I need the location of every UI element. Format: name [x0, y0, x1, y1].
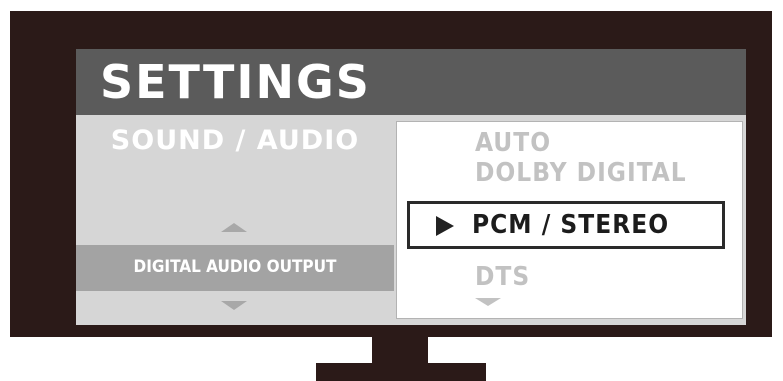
menu-category-sound-audio[interactable]: SOUND / AUDIO [76, 125, 394, 156]
tv-frame: SETTINGS SOUND / AUDIO DIGITAL AUDIO OUT… [10, 11, 772, 337]
settings-title-bar: SETTINGS [76, 49, 746, 115]
scroll-down-icon[interactable] [221, 301, 247, 310]
dropdown-option-dolby-digital[interactable]: DOLBY DIGITAL [475, 158, 687, 188]
tv-stand-neck [372, 337, 428, 363]
audio-output-dropdown[interactable]: AUTO DOLBY DIGITAL PCM / STEREO DTS [396, 121, 743, 319]
page-title: SETTINGS [100, 55, 371, 109]
menu-item-label: DIGITAL AUDIO OUTPUT [133, 257, 337, 277]
dropdown-option-auto[interactable]: AUTO [475, 128, 551, 158]
settings-menu: SOUND / AUDIO DIGITAL AUDIO OUTPUT [76, 115, 394, 325]
tv-stand-base [316, 363, 486, 381]
dropdown-option-dts[interactable]: DTS [475, 262, 530, 292]
dropdown-scroll-down-icon[interactable] [475, 298, 501, 306]
selection-play-icon [436, 216, 454, 236]
tv-screen: SETTINGS SOUND / AUDIO DIGITAL AUDIO OUT… [76, 49, 746, 325]
selected-option-label: PCM / STEREO [472, 210, 670, 240]
dropdown-option-pcm-stereo-selected[interactable]: PCM / STEREO [407, 201, 725, 249]
menu-item-digital-audio-output[interactable]: DIGITAL AUDIO OUTPUT [76, 245, 394, 291]
scroll-up-icon[interactable] [221, 223, 247, 232]
